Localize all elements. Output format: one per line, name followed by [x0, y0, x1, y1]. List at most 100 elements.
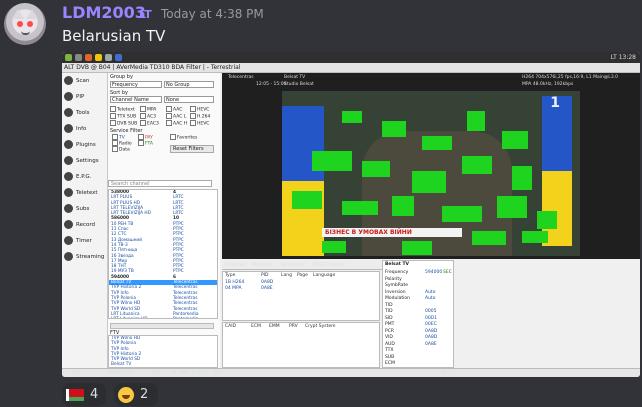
reaction-flag[interactable]: 4: [62, 383, 106, 406]
app-title-bar: ALT DVB @ B04 | AVerMedia TD310 BDA Filt…: [62, 63, 640, 73]
tab-records[interactable]: Records: [250, 260, 276, 270]
ca-header-caid: CAID: [225, 324, 237, 329]
browser-icon: [85, 54, 92, 61]
favorite-row[interactable]: Belsat TV: [109, 362, 217, 367]
side-item-settings[interactable]: Settings: [64, 155, 108, 167]
record-icon: [64, 220, 73, 229]
tab-channel[interactable]: Channel: [222, 260, 249, 270]
filter-ttx-sub[interactable]: TTX SUB: [110, 113, 136, 120]
filter-aac-l[interactable]: AAC L: [166, 113, 186, 120]
info-key: SID: [385, 315, 393, 321]
service-data[interactable]: Data: [112, 146, 130, 153]
pid-row-pid[interactable]: 0A8D: [261, 280, 273, 285]
side-item-subs[interactable]: Subs: [64, 203, 108, 215]
side-item-tools[interactable]: Tools: [64, 107, 108, 119]
side-item-label: Timer: [76, 238, 92, 244]
side-item-timer[interactable]: Timer: [64, 235, 108, 247]
side-item-scan[interactable]: Scan: [64, 75, 108, 87]
side-item-epg[interactable]: E.P.G.: [64, 171, 108, 183]
filter-h264[interactable]: H.264: [190, 113, 210, 120]
video-info-audio: MPA 48.0kHz, 192kbps: [522, 82, 574, 87]
avatar[interactable]: [4, 3, 46, 45]
pid-table[interactable]: Type PID Lang Page Language 1B H264 0A8D…: [222, 271, 380, 321]
streaming-icon: [64, 252, 73, 261]
reaction-laugh[interactable]: 2: [114, 383, 158, 406]
teletext-icon: [64, 188, 73, 197]
video-frame: 1 БІЗНЕС В УМОВАХ ВІЙНИ: [282, 91, 580, 256]
info-key: Modulation: [385, 296, 410, 301]
info-value: Auto: [425, 289, 436, 295]
side-item-record[interactable]: Record: [64, 219, 108, 231]
video-area[interactable]: Telecentras Belsat TV 12:05 - 15:00 Stud…: [222, 73, 640, 259]
taskbar-tray: LT 13:28: [610, 54, 636, 61]
filter-aac[interactable]: AAC: [166, 106, 182, 113]
favorites-check[interactable]: Favorites: [170, 134, 197, 141]
channel-list[interactable]: 538000 4 LRT PLIUS LRTC LRT PLIUS HD LRTC LRT …: [108, 189, 218, 319]
reset-filters-button[interactable]: Reset Filters: [170, 145, 214, 153]
group-by-select[interactable]: Frequency: [110, 81, 162, 88]
side-item-label: Teletext: [76, 190, 98, 196]
channel-row[interactable]: LRT Lituanica HD Pantomedia: [109, 317, 217, 318]
filter-teletext[interactable]: Teletext: [110, 106, 135, 113]
side-item-label: Tools: [76, 110, 90, 116]
plugins-icon: [64, 140, 73, 149]
list-scrollbar[interactable]: [110, 323, 214, 329]
pid-row-pid[interactable]: 0A8E: [261, 286, 273, 291]
filter-mpa[interactable]: MPA: [140, 106, 156, 113]
status-value-5: 5%: [214, 370, 222, 376]
sort-by-select[interactable]: Channel Name: [110, 96, 162, 103]
side-item-teletext[interactable]: Teletext: [64, 187, 108, 199]
side-item-info[interactable]: Info: [64, 123, 108, 135]
filter-dvb-sub[interactable]: DVB SUB: [110, 120, 137, 127]
ca-header-prv: PRV: [289, 324, 298, 329]
tab-scheduler[interactable]: Scheduler: [278, 260, 309, 270]
info-value: 0A8D: [425, 328, 438, 334]
filter-hevc[interactable]: HEVC: [190, 106, 209, 113]
side-item-label: Scan: [76, 78, 90, 84]
ca-table[interactable]: CAID ECM EMM PRV Crypt System: [222, 322, 380, 368]
username[interactable]: LDM2003: [62, 3, 146, 22]
status-bar: 0% 594000,0 3% Q 14% S 13% 5% 0%: [62, 368, 640, 377]
user-tag: LT: [139, 8, 152, 21]
side-item-pip[interactable]: PIP: [64, 91, 108, 103]
pid-row-type[interactable]: 04 MPA: [225, 286, 242, 291]
filter-eac3[interactable]: EAC3: [140, 120, 159, 127]
side-item-label: Info: [76, 126, 87, 132]
status-signal: 0%: [72, 370, 80, 376]
filter-aac-h[interactable]: AAC H: [166, 120, 187, 127]
side-item-streaming[interactable]: Streaming: [64, 251, 108, 263]
channel-search-input[interactable]: Search channel: [108, 180, 212, 187]
info-key: Inversion: [385, 289, 406, 295]
group-select-2[interactable]: No Group: [164, 81, 214, 88]
side-item-label: Record: [76, 222, 96, 228]
side-item-label: E.P.G.: [76, 174, 92, 180]
status-strength: S 13%: [192, 370, 208, 376]
pid-row-type[interactable]: 1B H264: [225, 280, 244, 285]
pip-icon: [64, 92, 73, 101]
filter-hevc-2[interactable]: HEVC: [190, 120, 209, 127]
tools-icon: [64, 108, 73, 117]
dvb-app-icon: [115, 54, 122, 61]
timer-icon: [64, 236, 73, 245]
pid-header-pid: PID: [261, 273, 269, 278]
message-timestamp[interactable]: Today at 4:38 PM: [161, 7, 264, 21]
side-item-label: Streaming: [76, 254, 105, 260]
ca-header-ecm: ECM: [251, 324, 261, 329]
info-key: PMT: [385, 322, 395, 327]
info-value: 00EC: [425, 322, 437, 327]
channel-info-panel: Belsat TV Frequency 594000 SEC Polarity Symb…: [382, 260, 454, 368]
favorites-list[interactable]: TVP Wilno HD TVP Polonia TVP Info TVP Histo…: [108, 335, 218, 368]
info-key: VID: [385, 335, 393, 340]
sort-select-2[interactable]: None: [164, 96, 214, 103]
channel-panel: Group by Frequency No Group Sort by Chan…: [108, 73, 220, 368]
laughing-face-icon: [118, 386, 134, 403]
side-item-plugins[interactable]: Plugins: [64, 139, 108, 151]
info-value: 0A8E: [425, 341, 437, 347]
info-key: PCR: [385, 328, 394, 334]
info-value: 594000: [425, 270, 443, 275]
tab-epg-channel[interactable]: EPG/Channel: [310, 260, 348, 270]
service-fta[interactable]: FTA: [138, 140, 153, 147]
filter-ac3[interactable]: AC3: [140, 113, 156, 120]
attached-screenshot[interactable]: LT 13:28 ALT DVB @ B04 | AVerMedia TD310…: [62, 52, 640, 377]
pid-header-page: Page: [297, 273, 308, 278]
